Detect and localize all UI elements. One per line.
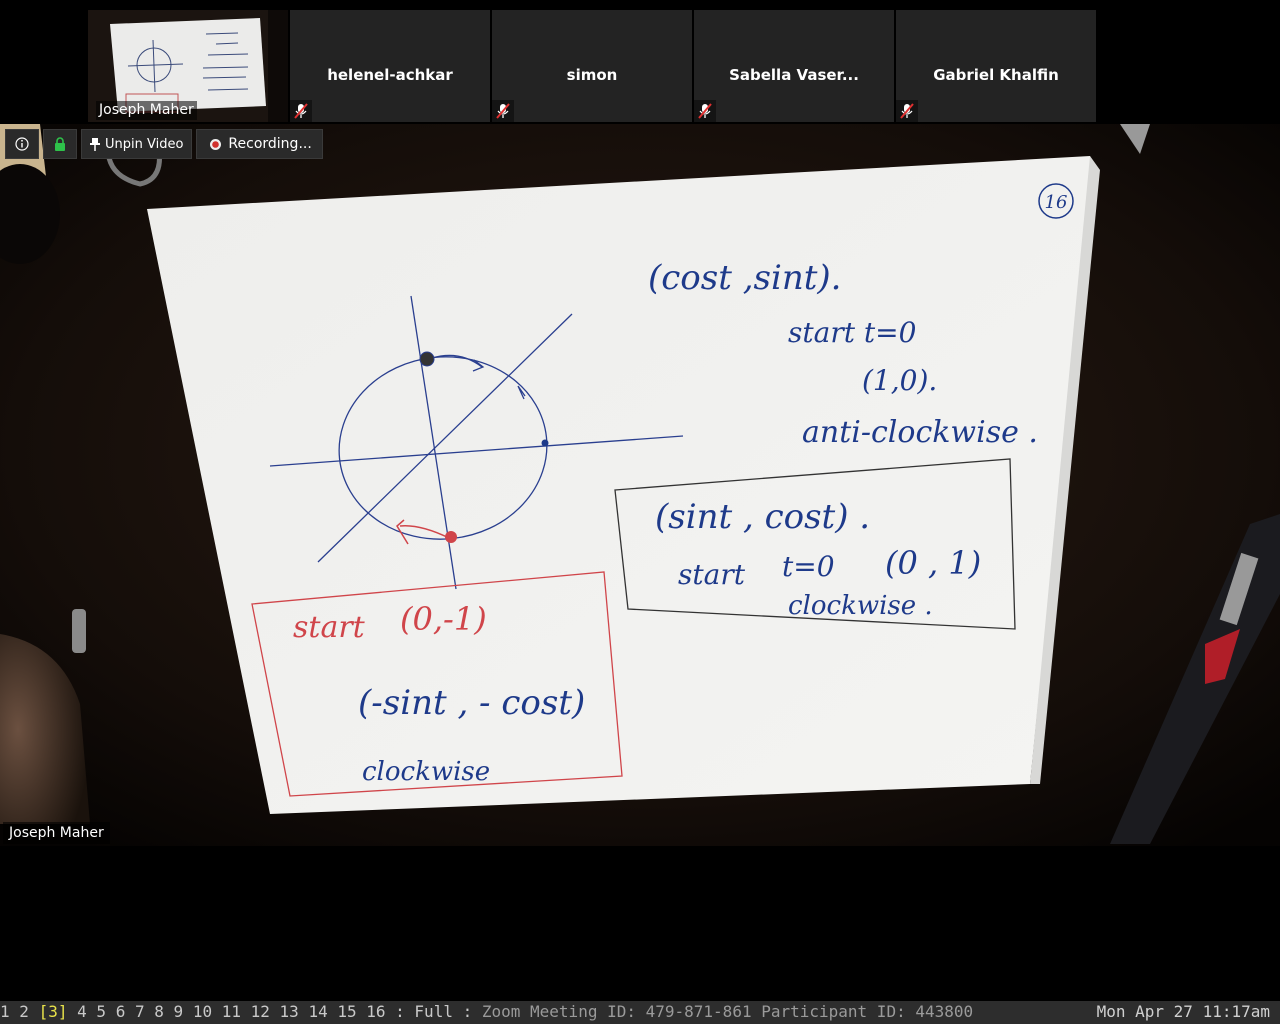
note-box-t0: t=0 bbox=[782, 550, 835, 583]
note-red-start: start bbox=[293, 610, 366, 645]
encryption-button[interactable] bbox=[43, 129, 77, 159]
note-red-clockwise: clockwise bbox=[362, 757, 490, 787]
workspace-1[interactable]: 1 bbox=[0, 1002, 10, 1021]
wm-status-bar: 1 2 [3] 4 5 6 7 8 9 10 11 12 13 14 15 16… bbox=[0, 1001, 1280, 1024]
workspace-6[interactable]: 6 bbox=[116, 1002, 126, 1021]
recording-indicator[interactable]: Recording... bbox=[196, 129, 323, 159]
layout-mode: : Full : bbox=[395, 1002, 473, 1021]
record-icon bbox=[210, 138, 222, 150]
workspace-8[interactable]: 8 bbox=[154, 1002, 164, 1021]
main-video[interactable]: 16 (cost ,sint). start t=0 (1,0). anti-c… bbox=[0, 124, 1280, 846]
note-box-clockwise: clockwise . bbox=[788, 591, 933, 621]
note-parametrization-cos-sin: (cost ,sint). bbox=[648, 258, 841, 298]
workspace-10[interactable]: 10 bbox=[193, 1002, 212, 1021]
info-icon bbox=[15, 137, 29, 151]
workspace-9[interactable]: 9 bbox=[174, 1002, 184, 1021]
note-anticlockwise: anti-clockwise . bbox=[802, 415, 1038, 450]
window-title: Zoom Meeting ID: 479-871-861 Participant… bbox=[481, 1002, 974, 1021]
participant-tile-sabella[interactable]: Sabella Vaser... bbox=[694, 10, 894, 122]
main-video-name-label: Joseph Maher bbox=[3, 822, 110, 844]
workspace-14[interactable]: 14 bbox=[308, 1002, 327, 1021]
note-box-start: start bbox=[678, 558, 746, 591]
participant-name: helenel-achkar bbox=[327, 66, 453, 84]
mic-muted-icon bbox=[492, 100, 514, 122]
workspace-12[interactable]: 12 bbox=[251, 1002, 270, 1021]
workspace-13[interactable]: 13 bbox=[280, 1002, 299, 1021]
workspace-11[interactable]: 11 bbox=[222, 1002, 241, 1021]
workspace-2[interactable]: 2 bbox=[19, 1002, 29, 1021]
note-parametrization-neg: (-sint , - cost) bbox=[358, 683, 585, 723]
note-point-0-1: (0 , 1) bbox=[885, 544, 981, 582]
workspace-15[interactable]: 15 bbox=[337, 1002, 356, 1021]
note-parametrization-sin-cos: (sint , cost) . bbox=[655, 497, 870, 537]
workspace-4[interactable]: 4 bbox=[77, 1002, 87, 1021]
participant-tile-gabriel-khalfin[interactable]: Gabriel Khalfin bbox=[896, 10, 1096, 122]
workspace-7[interactable]: 7 bbox=[135, 1002, 145, 1021]
mic-muted-icon bbox=[896, 100, 918, 122]
mic-muted-icon bbox=[290, 100, 312, 122]
unpin-video-label: Unpin Video bbox=[105, 136, 184, 152]
pin-icon bbox=[90, 137, 100, 151]
clock: Mon Apr 27 11:17am bbox=[1096, 1002, 1270, 1021]
participant-tile-helenel-achkar[interactable]: helenel-achkar bbox=[290, 10, 490, 122]
participant-name: simon bbox=[566, 66, 618, 84]
note-point-1-0: (1,0). bbox=[862, 364, 937, 397]
lock-icon bbox=[55, 136, 65, 151]
main-video-frame: 16 (cost ,sint). start t=0 (1,0). anti-c… bbox=[0, 124, 1280, 846]
note-start-t0: start t=0 bbox=[788, 316, 916, 349]
participant-tile-simon[interactable]: simon bbox=[492, 10, 692, 122]
workspace-5[interactable]: 5 bbox=[96, 1002, 106, 1021]
video-toolbar: Unpin Video Recording... bbox=[5, 129, 323, 159]
unpin-video-button[interactable]: Unpin Video bbox=[81, 129, 193, 159]
participant-name: Sabella Vaser... bbox=[729, 66, 859, 84]
thumbnail-name-label: Joseph Maher bbox=[96, 101, 197, 120]
participant-name: Gabriel Khalfin bbox=[933, 66, 1059, 84]
mic-muted-icon bbox=[694, 100, 716, 122]
workspace-16[interactable]: 16 bbox=[366, 1002, 385, 1021]
recording-label: Recording... bbox=[228, 136, 312, 152]
page-number-text: 16 bbox=[1045, 192, 1068, 213]
workspace-3-active[interactable]: [3] bbox=[39, 1002, 68, 1021]
note-point-0-minus1: (0,-1) bbox=[400, 600, 487, 638]
info-button[interactable] bbox=[5, 129, 39, 159]
